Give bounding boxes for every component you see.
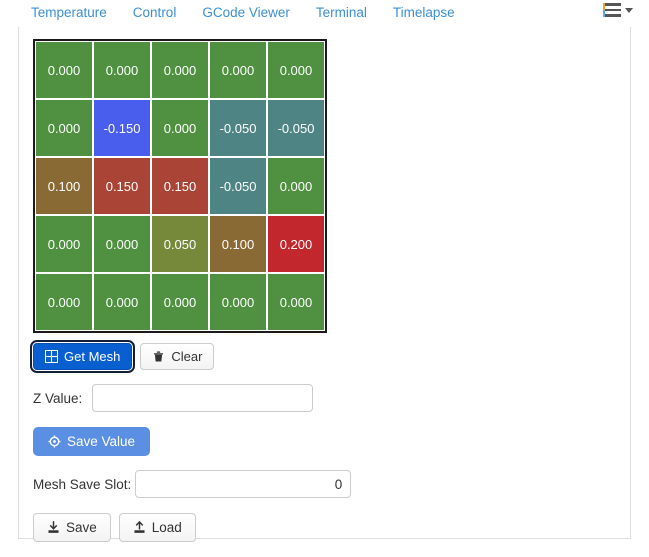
grid-icon	[45, 350, 58, 363]
load-button[interactable]: Load	[118, 513, 196, 542]
bed-level-panel: 0.000 0.000 0.000 0.000 0.000 0.000 -0.150 0.00…	[18, 27, 631, 542]
mesh-cell[interactable]: 0.000	[93, 41, 151, 99]
mesh-cell[interactable]: 0.000	[93, 215, 151, 273]
mesh-cell[interactable]: -0.050	[267, 99, 325, 157]
save-button[interactable]: Save	[33, 513, 111, 542]
mesh-cell[interactable]: 0.000	[267, 41, 325, 99]
mesh-actions-row: Get Mesh Clear	[29, 340, 351, 373]
mesh-cell[interactable]: 0.000	[35, 215, 93, 273]
mesh-cell[interactable]: 0.150	[93, 157, 151, 215]
mesh-cell[interactable]: 0.000	[209, 273, 267, 331]
mesh-cell[interactable]: 0.050	[151, 215, 209, 273]
z-value-input[interactable]	[92, 384, 314, 412]
mesh-cell[interactable]: 0.000	[267, 157, 325, 215]
mesh-save-slot-input[interactable]	[135, 470, 352, 498]
mesh-cell[interactable]: 0.000	[151, 273, 209, 331]
mesh-save-slot-row: Mesh Save Slot:	[33, 470, 352, 498]
get-mesh-label: Get Mesh	[64, 349, 121, 364]
trash-icon	[152, 350, 165, 363]
crosshair-icon	[48, 435, 61, 448]
mesh-cell[interactable]: 0.000	[209, 41, 267, 99]
mesh-cell[interactable]: 0.100	[35, 157, 93, 215]
clear-button[interactable]: Clear	[140, 343, 215, 370]
get-mesh-button[interactable]: Get Mesh	[29, 340, 136, 373]
bed-mesh-container: 0.000 0.000 0.000 0.000 0.000 0.000 -0.150 0.00…	[33, 39, 327, 333]
tab-temperature[interactable]: Temperature	[18, 0, 120, 28]
save-label: Save	[66, 520, 97, 535]
clear-label: Clear	[171, 349, 203, 364]
bed-mesh-grid: 0.000 0.000 0.000 0.000 0.000 0.000 -0.150 0.00…	[35, 41, 325, 331]
save-value-row: Save Value	[33, 427, 351, 456]
load-label: Load	[151, 520, 182, 535]
save-load-row: Save Load	[33, 513, 351, 542]
tab-gcode-viewer[interactable]: GCode Viewer	[189, 0, 303, 28]
mesh-save-slot-label: Mesh Save Slot:	[33, 476, 132, 492]
mesh-cell[interactable]: 0.200	[267, 215, 325, 273]
download-icon	[47, 521, 60, 534]
tab-bar: Temperature Control GCode Viewer Termina…	[0, 0, 649, 27]
z-value-row: Z Value:	[33, 384, 351, 412]
mesh-cell[interactable]: 0.000	[267, 273, 325, 331]
save-value-button[interactable]: Save Value	[33, 427, 151, 456]
hamburger-menu-icon	[603, 3, 621, 17]
mesh-cell[interactable]: 0.000	[151, 41, 209, 99]
panel-content: 0.000 0.000 0.000 0.000 0.000 0.000 -0.150 0.00…	[19, 27, 365, 554]
save-value-label: Save Value	[67, 434, 136, 449]
tab-timelapse[interactable]: Timelapse	[380, 0, 468, 28]
mesh-cell[interactable]: -0.050	[209, 99, 267, 157]
mesh-cell[interactable]: 0.100	[209, 215, 267, 273]
mesh-cell[interactable]: 0.000	[151, 99, 209, 157]
upload-icon	[133, 521, 146, 534]
chevron-down-icon	[625, 7, 633, 13]
mesh-cell[interactable]: 0.150	[151, 157, 209, 215]
z-value-label: Z Value:	[33, 390, 83, 406]
tab-terminal[interactable]: Terminal	[303, 0, 380, 28]
mesh-cell[interactable]: -0.050	[209, 157, 267, 215]
mesh-cell[interactable]: 0.000	[35, 273, 93, 331]
mesh-cell[interactable]: 0.000	[93, 273, 151, 331]
app-root: Temperature Control GCode Viewer Termina…	[0, 0, 649, 557]
mesh-cell[interactable]: 0.000	[35, 99, 93, 157]
tab-control[interactable]: Control	[120, 0, 190, 28]
menu-dropdown-button[interactable]	[601, 0, 635, 20]
mesh-cell[interactable]: -0.150	[93, 99, 151, 157]
mesh-cell[interactable]: 0.000	[35, 41, 93, 99]
